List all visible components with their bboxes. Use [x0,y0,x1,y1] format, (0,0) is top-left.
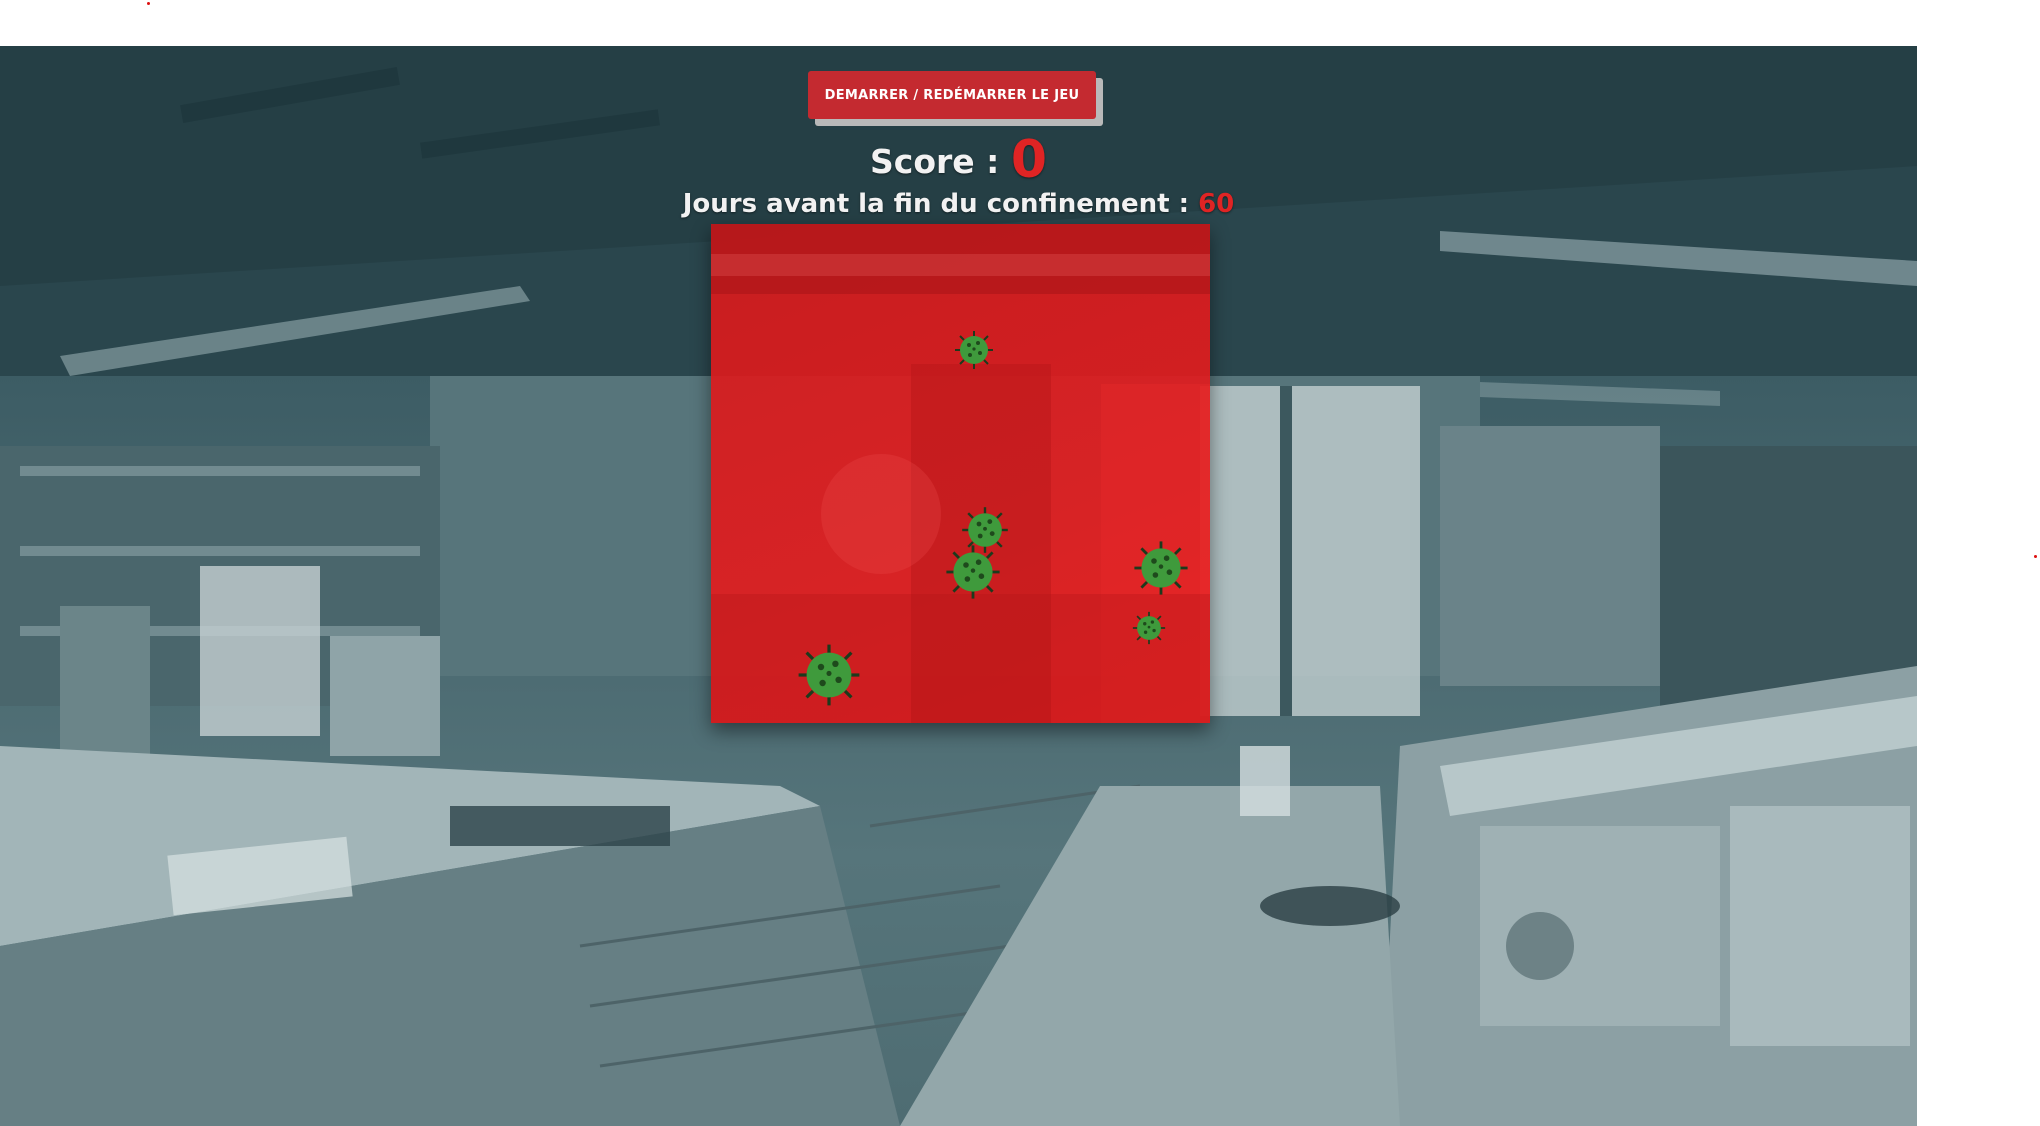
game-board[interactable] [711,224,1210,723]
stray-dot [2034,555,2037,558]
score-value: 0 [1010,130,1048,190]
virus-icon[interactable] [797,643,861,707]
virus-icon[interactable] [945,544,1001,600]
stray-dot [147,2,150,5]
virus-icon[interactable] [1133,540,1189,596]
page: DEMARRER / REDÉMARRER LE JEU Score : 0 J… [0,0,2040,1126]
virus-icon[interactable] [1132,611,1166,645]
start-restart-button[interactable]: DEMARRER / REDÉMARRER LE JEU [808,71,1096,119]
virus-icon[interactable] [954,330,994,370]
days-remaining-display: Jours avant la fin du confinement : 60 [0,189,1917,219]
score-display: Score : 0 [0,130,1917,190]
score-label: Score : [869,142,1011,181]
board-background-ghost [711,224,1210,723]
days-label: Jours avant la fin du confinement : [682,189,1199,219]
days-value: 60 [1198,189,1235,219]
